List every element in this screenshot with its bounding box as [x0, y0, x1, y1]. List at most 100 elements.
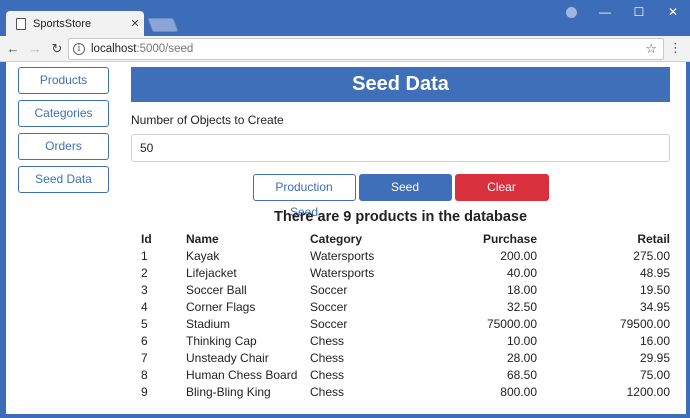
- minimize-button[interactable]: —: [588, 0, 622, 24]
- cell-id: 9: [141, 384, 148, 399]
- header-id: Id: [141, 231, 152, 246]
- cell-name: Soccer Ball: [186, 282, 247, 297]
- cell-category: Chess: [310, 384, 345, 399]
- table-row: 4 Corner Flags Soccer 32.50 34.95: [141, 298, 670, 315]
- cell-retail: 19.50: [639, 282, 670, 297]
- cell-id: 1: [141, 248, 148, 263]
- cell-name: Stadium: [186, 316, 231, 331]
- browser-toolbar: ← → ↻ i localhost:5000/seed ☆ ⋮: [0, 36, 690, 62]
- browser-tab[interactable]: SportsStore ✕: [6, 11, 144, 36]
- object-count-input[interactable]: [131, 134, 670, 162]
- cell-name: Kayak: [186, 248, 220, 263]
- cell-id: 3: [141, 282, 148, 297]
- cell-category: Chess: [310, 367, 345, 382]
- forward-arrow-icon[interactable]: →: [26, 41, 44, 56]
- page-content: Products Categories Orders Seed Data See…: [6, 62, 686, 414]
- cell-name: Thinking Cap: [186, 333, 257, 348]
- cell-id: 7: [141, 350, 148, 365]
- table-row: 8 Human Chess Board Chess 68.50 75.00: [141, 366, 670, 383]
- address-bar[interactable]: i localhost:5000/seed ☆: [68, 38, 664, 60]
- cell-category: Soccer: [310, 299, 348, 314]
- tab-title: SportsStore: [33, 17, 92, 30]
- window-controls: — ☐ ✕: [554, 0, 690, 24]
- header-purchase: Purchase: [482, 231, 537, 246]
- cell-category: Chess: [310, 350, 345, 365]
- table-row: 2 Lifejacket Watersports 40.00 48.95: [141, 264, 670, 281]
- cell-id: 2: [141, 265, 148, 280]
- header-name: Name: [186, 231, 219, 246]
- table-body: 1 Kayak Watersports 200.00 275.00 2 Life…: [141, 247, 670, 400]
- production-seed-button[interactable]: Production Seed: [252, 174, 356, 219]
- products-table: Id Name Category Purchase Retail 1 Kayak…: [141, 230, 670, 400]
- cell-retail: 48.95: [639, 265, 670, 280]
- cell-purchase: 18.00: [506, 282, 537, 297]
- cell-category: Chess: [310, 333, 345, 348]
- cell-purchase: 75000.00: [486, 316, 537, 331]
- table-header-row: Id Name Category Purchase Retail: [141, 230, 670, 247]
- cell-retail: 16.00: [639, 333, 670, 348]
- cell-name: Human Chess Board: [186, 367, 298, 382]
- profile-button[interactable]: [554, 0, 588, 24]
- new-tab-button[interactable]: [147, 18, 179, 32]
- cell-purchase: 200.00: [500, 248, 537, 263]
- cell-name: Bling-Bling King: [186, 384, 271, 399]
- cell-category: Soccer: [310, 282, 348, 297]
- table-row: 5 Stadium Soccer 75000.00 79500.00: [141, 315, 670, 332]
- info-icon[interactable]: i: [73, 43, 85, 55]
- bookmark-star-icon[interactable]: ☆: [645, 41, 657, 57]
- cell-category: Soccer: [310, 316, 348, 331]
- back-arrow-icon[interactable]: ←: [4, 41, 22, 56]
- cell-id: 8: [141, 367, 148, 382]
- cell-retail: 29.95: [639, 350, 670, 365]
- cell-purchase: 28.00: [506, 350, 537, 365]
- table-row: 9 Bling-Bling King Chess 800.00 1200.00: [141, 383, 670, 400]
- sidebar-item-categories[interactable]: Categories: [18, 100, 109, 127]
- close-window-button[interactable]: ✕: [656, 0, 690, 24]
- page-title: Seed Data: [131, 67, 670, 102]
- cell-retail: 1200.00: [626, 384, 670, 399]
- url-text[interactable]: localhost:5000/seed: [91, 43, 645, 55]
- product-count-heading: There are 9 products in the database: [273, 209, 528, 225]
- url-path: :5000/seed: [136, 43, 194, 55]
- cell-purchase: 32.50: [506, 299, 537, 314]
- table-row: 7 Unsteady Chair Chess 28.00 29.95: [141, 349, 670, 366]
- sidebar: Products Categories Orders Seed Data: [18, 67, 110, 199]
- sidebar-item-products[interactable]: Products: [18, 67, 109, 94]
- maximize-button[interactable]: ☐: [622, 0, 656, 24]
- cell-name: Unsteady Chair: [186, 350, 269, 365]
- browser-menu-icon[interactable]: ⋮: [669, 41, 682, 54]
- cell-name: Corner Flags: [186, 299, 256, 314]
- cell-retail: 34.95: [639, 299, 670, 314]
- cell-id: 4: [141, 299, 148, 314]
- cell-category: Watersports: [310, 265, 375, 280]
- cell-purchase: 10.00: [506, 333, 537, 348]
- browser-title-bar: SportsStore ✕ — ☐ ✕: [0, 0, 690, 36]
- table-row: 3 Soccer Ball Soccer 18.00 19.50: [141, 281, 670, 298]
- cell-category: Watersports: [310, 248, 375, 263]
- url-host: localhost: [91, 43, 137, 55]
- cell-retail: 275.00: [633, 248, 670, 263]
- tab-close-icon[interactable]: ✕: [126, 17, 144, 30]
- count-field-label: Number of Objects to Create: [131, 113, 284, 127]
- table-row: 1 Kayak Watersports 200.00 275.00: [141, 247, 670, 264]
- cell-purchase: 800.00: [500, 384, 537, 399]
- cell-name: Lifejacket: [186, 265, 237, 280]
- main-panel: Seed Data Number of Objects to Create Pr…: [131, 67, 670, 400]
- header-retail: Retail: [637, 231, 670, 246]
- sidebar-item-seed-data[interactable]: Seed Data: [18, 166, 109, 193]
- reload-icon[interactable]: ↻: [48, 41, 66, 57]
- sidebar-item-orders[interactable]: Orders: [18, 133, 109, 160]
- profile-icon: [565, 6, 577, 18]
- table-row: 6 Thinking Cap Chess 10.00 16.00: [141, 332, 670, 349]
- cell-id: 5: [141, 316, 148, 331]
- action-buttons: Production Seed Seed Database Clear Data…: [131, 174, 670, 219]
- cell-purchase: 68.50: [506, 367, 537, 382]
- clear-database-button[interactable]: Clear Database: [454, 174, 549, 219]
- header-category: Category: [310, 231, 363, 246]
- cell-retail: 75.00: [639, 367, 670, 382]
- seed-database-button[interactable]: Seed Database: [358, 174, 452, 219]
- cell-id: 6: [141, 333, 148, 348]
- page-icon: [16, 17, 26, 30]
- cell-retail: 79500.00: [619, 316, 670, 331]
- cell-purchase: 40.00: [506, 265, 537, 280]
